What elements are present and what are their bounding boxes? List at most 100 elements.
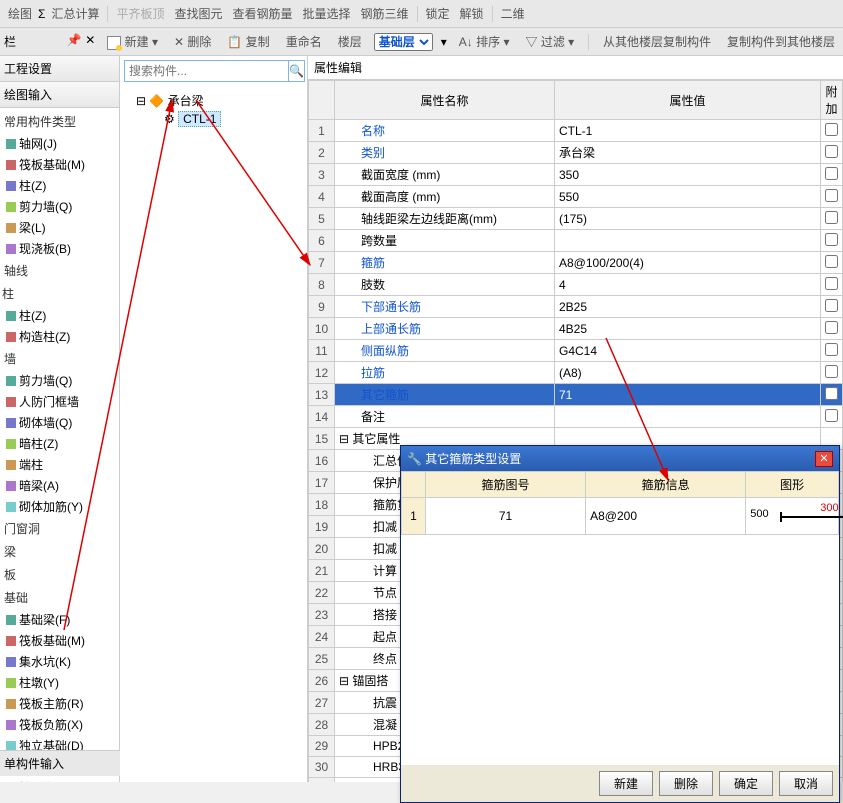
extra-checkbox[interactable] [825,211,838,224]
top-toolbar: 绘图 Σ 汇总计算 平齐板顶 查找图元 查看钢筋量 批量选择 钢筋三维 锁定 解… [0,0,843,28]
tb-floor[interactable]: 楼层 [334,31,366,52]
tree-item[interactable]: 剪力墙(Q) [2,370,117,391]
tree-item[interactable]: 人防门框墙 [2,391,117,412]
tb-lock[interactable]: 锁定 [422,3,454,24]
extra-checkbox[interactable] [825,277,838,290]
tree-item[interactable]: 筏板主筋(R) [2,693,117,714]
tree-item[interactable]: 柱(Z) [2,305,117,326]
property-row[interactable]: 9下部通长筋2B25 [309,296,843,318]
tree-item[interactable]: 现浇板(B) [2,238,117,259]
group-door: 门窗洞 [2,517,117,540]
property-row[interactable]: 1名称CTL-1 [309,120,843,142]
tb-filter[interactable]: ▽ 过滤 ▾ [521,31,578,52]
tree-item[interactable]: 暗梁(A) [2,475,117,496]
extra-checkbox[interactable] [825,123,838,136]
search-button[interactable]: 🔍 [289,60,305,82]
property-tab[interactable]: 属性编辑 [308,56,843,80]
accordion-drawing-input[interactable]: 绘图输入 [0,82,119,108]
tb-flat[interactable]: 平齐板顶 [112,3,168,24]
component-tree: ⊟ 🔶 承台梁 ⚙ CTL-1 [120,86,307,131]
tb-sum[interactable]: 汇总计算 [47,3,103,24]
close-icon[interactable]: ✕ [815,451,833,467]
property-row[interactable]: 10上部通长筋4B25 [309,318,843,340]
tb-new[interactable]: 新建 ▾ [103,31,162,52]
dialog-title: 🔧 其它箍筋类型设置 [407,450,521,467]
property-row[interactable]: 7箍筋A8@100/200(4) [309,252,843,274]
tree-item[interactable]: 筏板基础(M) [2,154,117,175]
tb-view-rebar[interactable]: 查看钢筋量 [228,3,296,24]
tree-item[interactable]: 砌体墙(Q) [2,412,117,433]
tb-3d[interactable]: 钢筋三维 [357,3,413,24]
group-axis: 轴线 [2,259,117,282]
property-row[interactable]: 4截面高度 (mm)550 [309,186,843,208]
tree-item[interactable]: 砌体加筋(Y) [2,496,117,517]
property-row[interactable]: 8肢数4 [309,274,843,296]
tree-item[interactable]: 剪力墙(Q) [2,196,117,217]
property-row[interactable]: 2类别承台梁 [309,142,843,164]
tb-sort[interactable]: A↓ 排序 ▾ [455,31,514,52]
tree-item[interactable]: 桩承台(V) [2,777,117,782]
tb-rename[interactable]: 重命名 [282,31,326,52]
pin-icon[interactable]: 📌 ✕ [67,33,95,50]
tree-item[interactable]: 端柱 [2,454,117,475]
extra-checkbox[interactable] [825,255,838,268]
tb-2d[interactable]: 二维 [497,3,529,24]
tb-draw[interactable]: 绘图 [4,3,36,24]
footer-single-input[interactable]: 单构件输入 [0,750,120,776]
property-row[interactable]: 5轴线距梁左边线距离(mm)(175) [309,208,843,230]
extra-checkbox[interactable] [825,233,838,246]
tb-delete[interactable]: ✕ 删除 [170,31,215,52]
extra-checkbox[interactable] [825,409,838,422]
extra-checkbox[interactable] [825,145,838,158]
tree-item[interactable]: 暗柱(Z) [2,433,117,454]
tb-copy-to[interactable]: 复制构件到其他楼层 [723,31,839,52]
tb-copy[interactable]: 📋 复制 [223,31,273,52]
property-row[interactable]: 14备注 [309,406,843,428]
tree-root[interactable]: ⊟ 🔶 承台梁 [122,90,305,111]
extra-checkbox[interactable] [825,321,838,334]
dialog-new-button[interactable]: 新建 [599,771,653,796]
tree-item[interactable]: 构造柱(Z) [2,326,117,347]
component-type-tree: 常用构件类型 轴网(J)筏板基础(M)柱(Z)剪力墙(Q)梁(L)现浇板(B) … [0,108,119,782]
stirrup-num-cell[interactable]: 71 [426,498,586,535]
tb-unlock[interactable]: 解锁 [456,3,488,24]
tree-item[interactable]: 柱(Z) [2,175,117,196]
property-row[interactable]: 11侧面纵筋G4C14 [309,340,843,362]
stirrup-row[interactable]: 1 71 A8@200 500 300 [402,498,839,535]
stirrup-type-dialog: 🔧 其它箍筋类型设置 ✕ 箍筋图号 箍筋信息 图形 1 71 A8@200 [400,445,840,803]
tree-item[interactable]: 梁(L) [2,217,117,238]
tree-child-ctl1[interactable]: ⚙ CTL-1 [122,111,305,127]
tree-item[interactable]: 集水坑(K) [2,651,117,672]
tb-batch[interactable]: 批量选择 [299,3,355,24]
stirrup-info-cell[interactable]: A8@200 [586,498,746,535]
accordion-project-settings[interactable]: 工程设置 [0,56,119,82]
dialog-ok-button[interactable]: 确定 [719,771,773,796]
stirrup-graphic-cell[interactable]: 500 300 [746,498,839,535]
tree-item[interactable]: 柱墩(Y) [2,672,117,693]
extra-checkbox[interactable] [825,299,838,312]
search-input[interactable] [124,60,289,82]
dialog-delete-button[interactable]: 删除 [659,771,713,796]
property-row[interactable]: 3截面宽度 (mm)350 [309,164,843,186]
tb-find[interactable]: 查找图元 [170,3,226,24]
extra-checkbox[interactable] [825,167,838,180]
property-row[interactable]: 6跨数量 [309,230,843,252]
layer-select[interactable]: 基础层 [374,33,433,51]
property-row[interactable]: 12拉筋(A8) [309,362,843,384]
tree-item[interactable]: 基础梁(F) [2,609,117,630]
tree-item[interactable]: 筏板基础(M) [2,630,117,651]
mid-panel: 🔍 ⊟ 🔶 承台梁 ⚙ CTL-1 [120,56,308,782]
extra-checkbox[interactable] [825,343,838,356]
group-slab: 板 [2,563,117,586]
extra-checkbox[interactable] [825,189,838,202]
col-value: 属性值 [555,81,821,120]
stirrup-grid: 箍筋图号 箍筋信息 图形 1 71 A8@200 500 [401,471,839,535]
tb-copy-from[interactable]: 从其他楼层复制构件 [599,31,715,52]
col-name: 属性名称 [335,81,555,120]
tree-item[interactable]: 轴网(J) [2,133,117,154]
dialog-cancel-button[interactable]: 取消 [779,771,833,796]
extra-checkbox[interactable] [825,387,838,400]
property-row[interactable]: 13其它箍筋71 [309,384,843,406]
extra-checkbox[interactable] [825,365,838,378]
tree-item[interactable]: 筏板负筋(X) [2,714,117,735]
